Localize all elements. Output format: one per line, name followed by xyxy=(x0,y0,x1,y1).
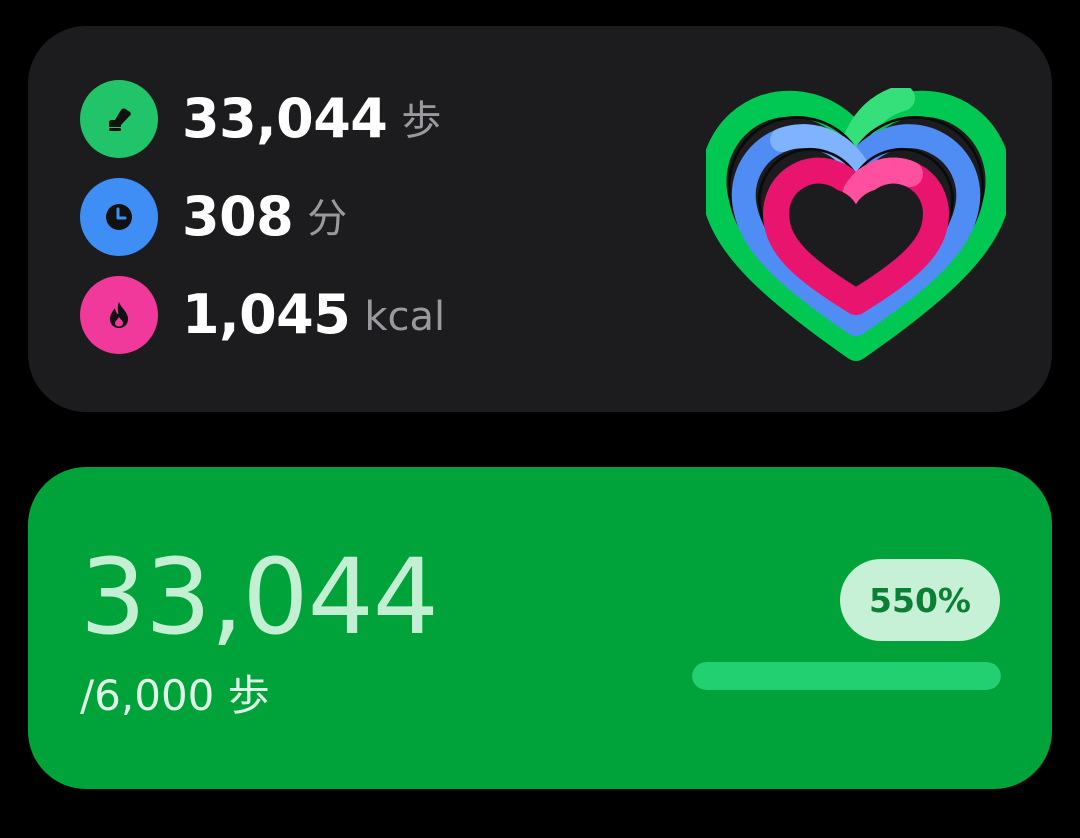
calories-unit: kcal xyxy=(364,294,446,340)
activity-heart-rings-icon xyxy=(700,85,1012,378)
steps-count: 33,044 xyxy=(80,536,439,658)
active-time-unit: 分 xyxy=(307,196,348,242)
shoe-icon xyxy=(80,80,158,158)
steps-progress-fill xyxy=(692,662,1001,690)
flame-icon xyxy=(80,276,158,354)
steps-unit: 歩 xyxy=(401,98,442,144)
steps-goal-text: /6,000 歩 xyxy=(80,671,270,720)
goal-percent-badge: 550% xyxy=(840,559,1000,641)
calories-value: 1,045 xyxy=(182,283,351,346)
steps-value: 33,044 xyxy=(182,87,388,150)
active-time-metric-row: 308 分 xyxy=(80,178,347,256)
activity-summary-card[interactable]: 33,044 歩 308 分 1,045 kcal xyxy=(28,26,1052,412)
active-time-value: 308 xyxy=(182,185,294,248)
steps-goal-card[interactable]: 33,044 /6,000 歩 550% xyxy=(28,467,1052,789)
steps-metric-row: 33,044 歩 xyxy=(80,80,441,158)
steps-progress-bar xyxy=(692,662,1001,690)
clock-icon xyxy=(80,178,158,256)
calories-metric-row: 1,045 kcal xyxy=(80,276,445,354)
